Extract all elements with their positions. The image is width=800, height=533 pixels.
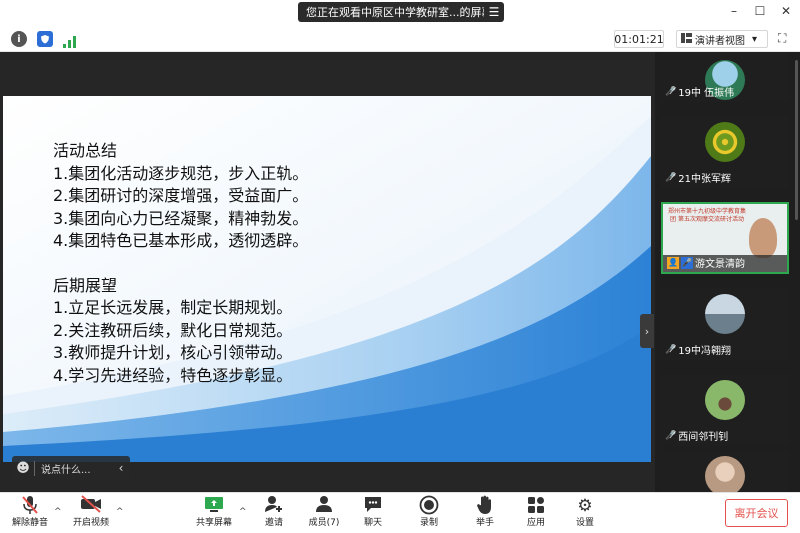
gear-icon: ⚙ (577, 496, 593, 516)
mic-icon: 🎤 (681, 256, 693, 269)
summary-item: 2.集团研讨的深度增强，受益面广。 (53, 186, 309, 205)
participants-label: 成员(7) (308, 518, 340, 528)
leave-meeting-button[interactable]: 离开会议 (725, 499, 788, 527)
participant-tile[interactable]: 🎤̸ 19中冯翱翔 (661, 288, 789, 360)
invite-label: 邀请 (264, 518, 283, 528)
speaker-banner-text: 郑州市第十九初级中学教育集团 第五次观摩交流研讨活动 (667, 208, 746, 223)
grid-view-icon (681, 32, 692, 46)
speaker-view-label: 演讲者视图 (695, 35, 745, 47)
host-icon: 👤 (667, 256, 679, 269)
signal-icon[interactable] (63, 33, 77, 52)
video-off-icon (67, 495, 115, 517)
outlook-item: 2.关注教研后续，默化日常规范。 (53, 320, 293, 340)
outlook-heading: 后期展望 (53, 275, 118, 295)
title-bar: 您正在观看中原区中学教研室...的屏幕 ☰ – ☐ ✕ (0, 0, 800, 26)
participant-name: 西间邻刊钊 (678, 432, 729, 443)
meeting-toolbar: 解除静音 ^ 开启视频 ^ 共享屏幕 ^ 邀请 成员(7) 聊天 录制 举手 应… (0, 492, 800, 533)
participant-tile[interactable]: 🎤̸ 21中张军辉 (661, 116, 789, 188)
invite-user-icon (250, 495, 298, 517)
chevron-down-icon: ▾ (752, 33, 758, 45)
chat-input[interactable]: 说点什么... (34, 460, 112, 476)
summary-heading: 活动总结 (53, 141, 118, 160)
raise-hand-icon (461, 495, 509, 517)
outlook-item: 1.立足长远发展，制定长期规划。 (53, 298, 293, 317)
summary-item: 3.集团向心力已经凝聚，精神勃发。 (53, 208, 309, 228)
mic-muted-icon (6, 495, 54, 517)
avatar (705, 380, 745, 420)
close-button[interactable]: ✕ (774, 4, 798, 18)
avatar (705, 294, 745, 334)
share-screen-icon (190, 495, 238, 517)
apps-button[interactable]: 应用 (512, 495, 560, 529)
info-icon[interactable]: i (11, 31, 27, 47)
participant-tile[interactable]: 🎤̸ 19中 伍振伟 (661, 52, 789, 102)
participant-name: 19中 伍振伟 (678, 88, 735, 99)
shield-icon[interactable] (37, 31, 53, 47)
mic-muted-icon: 🎤̸ (665, 430, 677, 441)
gallery-scrollbar[interactable] (795, 60, 798, 220)
chat-label: 聊天 (363, 518, 382, 528)
apps-icon (512, 495, 560, 517)
mic-muted-icon: 🎤̸ (665, 172, 677, 183)
participant-name: 19中冯翱翔 (678, 346, 731, 357)
participant-gallery: 🎤̸ 19中 伍振伟 🎤̸ 21中张军辉 郑州市第十九初级中学教育集团 第五次观摩交… (655, 52, 800, 492)
meeting-timer: 01:01:21 (614, 30, 664, 48)
speaker-video (749, 218, 777, 258)
participants-button[interactable]: 成员(7) (300, 495, 348, 529)
share-screen-button[interactable]: 共享屏幕 (190, 495, 238, 529)
raise-hand-button[interactable]: 举手 (461, 495, 509, 529)
speaker-view-button[interactable]: 演讲者视图 ▾ (676, 30, 768, 48)
meeting-info-bar: i 01:01:21 演讲者视图 ▾ ⛶ (0, 26, 800, 52)
mic-muted-icon: 🎤̸ (665, 86, 677, 97)
unmute-label: 解除静音 (11, 518, 48, 528)
sharing-banner-text: 您正在观看中原区中学教研室...的屏幕 (306, 6, 484, 19)
summary-item: 4.集团特色已基本形成，透彻透辟。 (53, 231, 309, 250)
unmute-button[interactable]: 解除静音 (6, 495, 54, 529)
participant-name: 游文景清韵 (695, 259, 745, 270)
participants-icon (300, 495, 348, 517)
outlook-item: 4.学习先进经验，特色逐步彰显。 (53, 365, 293, 385)
collapse-chat-icon[interactable]: ‹ (112, 461, 130, 475)
settings-label: 设置 (575, 518, 594, 528)
start-video-label: 开启视频 (72, 518, 109, 528)
fullscreen-icon[interactable]: ⛶ (778, 31, 786, 46)
active-speaker-tile[interactable]: 郑州市第十九初级中学教育集团 第五次观摩交流研讨活动 👤 🎤 游文景清韵 (661, 202, 789, 274)
invite-button[interactable]: 邀请 (250, 495, 298, 529)
settings-button[interactable]: ⚙ 设置 (561, 495, 609, 529)
share-screen-label: 共享屏幕 (195, 518, 232, 528)
quick-chat-bar[interactable]: ☻ 说点什么... ‹ (12, 456, 130, 480)
audio-options-caret[interactable]: ^ (54, 507, 62, 517)
sharing-banner[interactable]: 您正在观看中原区中学教研室...的屏幕 ☰ (298, 2, 504, 22)
participant-tile[interactable] (661, 450, 789, 492)
restore-button[interactable]: ☐ (748, 4, 772, 18)
slide-text-block: 活动总结 1.集团化活动逐步规范，步入正轨。 2.集团研讨的深度增强，受益面广。… (53, 140, 308, 387)
outlook-item: 3.教师提升计划，核心引领带动。 (53, 343, 293, 362)
avatar (705, 456, 745, 492)
apps-label: 应用 (526, 518, 545, 528)
emoji-icon[interactable]: ☻ (12, 461, 34, 476)
video-options-caret[interactable]: ^ (116, 507, 124, 517)
gallery-collapse-handle[interactable]: › (640, 314, 654, 348)
share-options-caret[interactable]: ^ (239, 507, 247, 517)
mic-muted-icon: 🎤̸ (665, 344, 677, 355)
participant-name: 21中张军辉 (678, 174, 731, 185)
minimize-button[interactable]: – (722, 4, 746, 18)
chat-button[interactable]: 聊天 (349, 495, 397, 529)
chat-icon (349, 495, 397, 517)
summary-item: 1.集团化活动逐步规范，步入正轨。 (53, 163, 309, 183)
menu-icon[interactable]: ☰ (484, 5, 504, 19)
raise-hand-label: 举手 (475, 518, 494, 528)
record-label: 录制 (419, 518, 438, 528)
start-video-button[interactable]: 开启视频 (67, 495, 115, 529)
record-button[interactable]: 录制 (405, 495, 453, 529)
record-icon (405, 495, 453, 517)
participant-tile[interactable]: 🎤̸ 西间邻刊钊 (661, 374, 789, 446)
shared-screen-area: 活动总结 1.集团化活动逐步规范，步入正轨。 2.集团研讨的深度增强，受益面广。… (0, 52, 655, 492)
presentation-slide: 活动总结 1.集团化活动逐步规范，步入正轨。 2.集团研讨的深度增强，受益面广。… (3, 96, 651, 462)
avatar (705, 122, 745, 162)
